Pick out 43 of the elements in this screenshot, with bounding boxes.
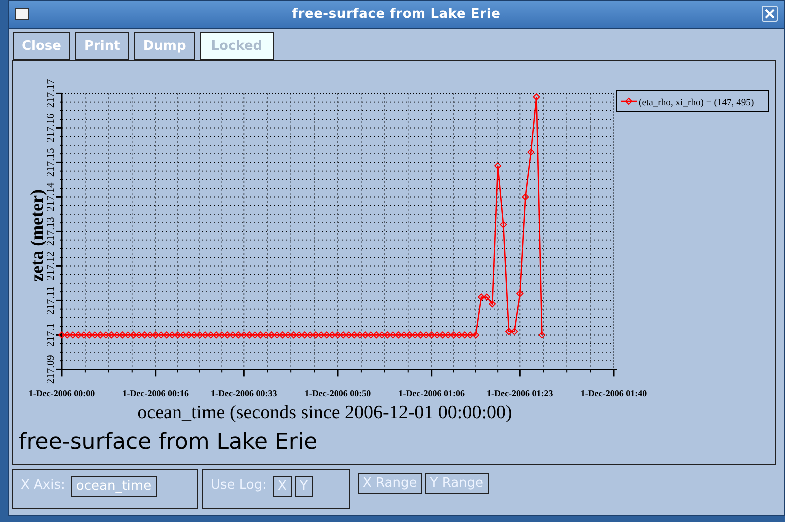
toolbar-button[interactable]: Close — [13, 32, 70, 60]
x-tick-label: 1-Dec-2006 00:16 — [122, 388, 189, 399]
data-point — [528, 148, 535, 156]
data-point — [500, 221, 508, 228]
range-button[interactable]: X Range — [358, 473, 422, 494]
log-axis-button[interactable]: Y — [294, 476, 313, 497]
x-tick-label: 1-Dec-2006 01:23 — [487, 388, 554, 399]
data-point — [522, 194, 530, 201]
y-tick-label: 217.17 — [46, 79, 57, 108]
toolbar-button[interactable]: Dump — [134, 32, 196, 60]
data-point — [516, 290, 524, 298]
data-point — [538, 332, 546, 339]
toolbar-button[interactable]: Print — [75, 32, 130, 60]
data-point — [494, 162, 502, 170]
x-axis-title: ocean_time (seconds since 2006-12-01 00:00:00) — [138, 402, 512, 424]
data-point — [533, 93, 540, 101]
y-tick-label: 217.14 — [46, 182, 57, 212]
window-menu-icon[interactable] — [15, 8, 29, 20]
plot-caption: free-surface from Lake Erie — [18, 429, 319, 455]
y-tick-label: 217.15 — [46, 148, 57, 178]
y-tick-label: 217.09 — [46, 355, 57, 384]
log-axis-button[interactable]: X — [273, 476, 292, 497]
range-button[interactable]: Y Range — [425, 473, 489, 494]
x-tick-label: 1-Dec-2006 00:50 — [304, 388, 372, 399]
window-title: free-surface from Lake Erie — [291, 7, 502, 22]
y-tick-label: 217.11 — [46, 286, 57, 315]
use-log-label: Use Log: — [211, 477, 268, 493]
legend-marker-icon — [621, 98, 637, 106]
y-tick-label: 217.12 — [46, 252, 57, 281]
x-tick-label: 1-Dec-2006 01:06 — [398, 388, 465, 399]
lock-toggle[interactable]: Locked — [200, 32, 274, 60]
close-button[interactable] — [762, 6, 778, 22]
y-axis-title: zeta (meter) — [27, 190, 47, 282]
y-tick-label: 217.13 — [46, 217, 57, 246]
x-tick-label: 1-Dec-2006 00:33 — [211, 388, 278, 399]
close-icon — [765, 9, 775, 19]
y-tick-label: 217.16 — [46, 114, 57, 143]
x-tick-label: 1-Dec-2006 00:00 — [28, 388, 96, 399]
x-tick-label: 1-Dec-2006 01:40 — [580, 388, 648, 399]
y-tick-label: 217.1 — [46, 323, 57, 348]
legend-label: (eta_rho, xi_rho) = (147, 495) — [639, 98, 754, 108]
x-axis-label: X Axis: — [21, 477, 66, 493]
x-axis-field[interactable]: ocean_time — [71, 476, 157, 497]
